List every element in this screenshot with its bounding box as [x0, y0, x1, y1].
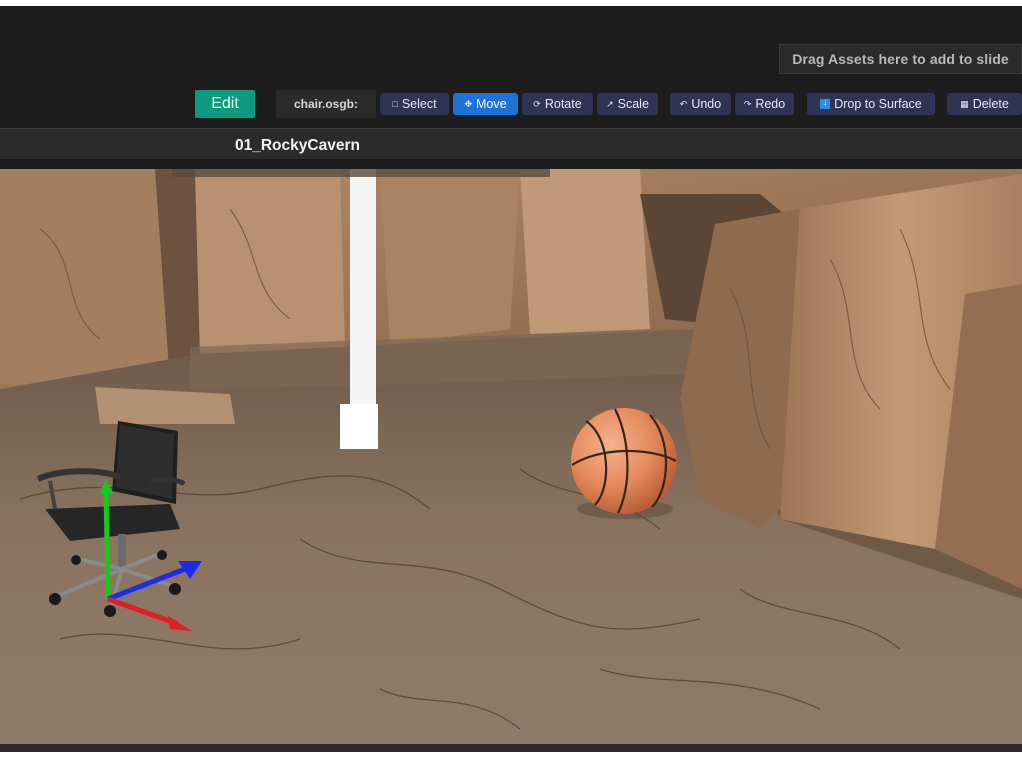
3d-viewport[interactable] [0, 169, 1022, 744]
undo-button[interactable]: ↶ Undo [670, 93, 731, 115]
move-button[interactable]: ✥ Move [453, 93, 518, 115]
basketball [571, 408, 677, 514]
drop-to-surface-icon: ↓ [820, 99, 831, 109]
rotate-icon: ⟳ [533, 98, 541, 109]
delete-label: Delete [972, 97, 1009, 111]
move-icon: ✥ [464, 98, 472, 109]
redo-button[interactable]: ↷ Redo [735, 93, 794, 115]
white-pillar [350, 169, 376, 409]
rock-block [195, 169, 345, 354]
undo-icon: ↶ [679, 98, 688, 109]
drop-zone-text: Drag Assets here to add to slide [792, 51, 1009, 67]
rock-block [380, 169, 520, 344]
select-button[interactable]: □ Select [380, 93, 449, 115]
trash-icon: ▦ [960, 98, 969, 109]
rotate-button[interactable]: ⟳ Rotate [522, 93, 593, 115]
edit-button[interactable]: Edit [195, 90, 255, 118]
rock-block [520, 169, 650, 334]
top-edge [0, 0, 1022, 6]
scene-title: 01_RockyCavern [235, 137, 360, 154]
scene-title-bar: 01_RockyCavern [0, 128, 1022, 160]
asset-drop-zone[interactable]: Drag Assets here to add to slide [779, 44, 1022, 74]
drop-to-surface-label: Drop to Surface [834, 97, 922, 111]
undo-label: Undo [691, 97, 722, 111]
gizmo-y-axis[interactable] [103, 490, 111, 600]
select-label: Select [401, 97, 437, 111]
move-label: Move [475, 97, 507, 111]
select-box-icon: □ [392, 98, 398, 109]
drop-to-surface-button[interactable]: ↓ Drop to Surface [807, 93, 935, 115]
scene-render [0, 169, 1022, 744]
delete-button[interactable]: ▦ Delete [947, 93, 1022, 115]
redo-icon: ↷ [743, 98, 752, 109]
pillar-base [340, 404, 378, 449]
scale-button[interactable]: ↗ Scale [597, 93, 658, 115]
selected-asset-label: chair.osgb: [276, 90, 376, 118]
bottom-edge [0, 752, 1022, 759]
redo-label: Redo [755, 97, 786, 111]
ceiling-beam [172, 169, 550, 177]
scale-label: Scale [617, 97, 649, 111]
scale-icon: ↗ [606, 98, 614, 109]
rotate-label: Rotate [544, 97, 582, 111]
